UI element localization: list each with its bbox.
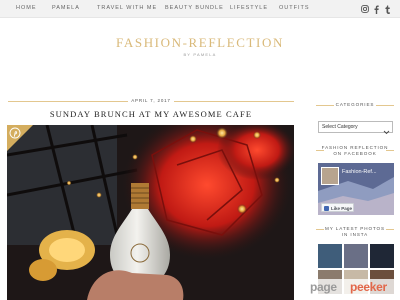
nav-item-travel-with-me[interactable]: TRAVEL WITH ME [97, 5, 157, 11]
watermark-text: page [310, 280, 337, 294]
category-select-value: Select Category [322, 124, 358, 130]
site-title[interactable]: FASHION-REFLECTION [0, 35, 400, 51]
nav-item-beauty-bundle[interactable]: BEAUTY BUNDLE [165, 5, 224, 11]
site-byline: BY PAMELA [183, 52, 217, 57]
tumblr-icon[interactable] [385, 3, 391, 15]
nav-item-home[interactable]: HOME [16, 5, 37, 11]
watermark-text-accent: peeker [350, 280, 387, 294]
post-title[interactable]: SUNDAY BRUNCH AT MY AWESOME CAFE [8, 109, 294, 119]
facebook-icon [324, 205, 329, 211]
top-navigation: HOME PAMELA TRAVEL WITH ME BEAUTY BUNDLE… [0, 0, 400, 18]
instagram-photo[interactable] [370, 244, 394, 268]
facebook-page-avatar [321, 167, 339, 185]
facebook-heading-line2: ON FACEBOOK [333, 151, 377, 156]
instagram-heading: MY LATEST PHOTOS IN INSTA [324, 226, 385, 237]
like-page-button[interactable]: Like Page [321, 203, 354, 212]
facebook-page-widget[interactable]: Fashion-Ref... Like Page [318, 163, 394, 215]
instagram-photo[interactable] [318, 244, 342, 268]
like-page-label: Like Page [331, 205, 353, 211]
facebook-icon[interactable] [374, 3, 379, 15]
categories-heading: CATEGORIES [335, 102, 375, 107]
sidebar-heading-rule [386, 229, 394, 230]
pinterest-icon[interactable] [9, 127, 21, 139]
post-featured-image[interactable] [7, 125, 294, 300]
pagepeeker-watermark: page peeker [308, 279, 398, 297]
chevron-down-icon [383, 123, 390, 135]
nav-item-pamela[interactable]: PAMELA [52, 5, 80, 11]
post-date: APRIL 7, 2017 [128, 98, 174, 103]
nav-item-outfits[interactable]: OUTFITS [279, 5, 310, 11]
sidebar-heading-rule [316, 229, 324, 230]
instagram-icon[interactable] [361, 3, 369, 15]
facebook-page-name[interactable]: Fashion-Ref... [342, 169, 377, 175]
category-select[interactable]: Select Category [318, 121, 393, 135]
instagram-photo[interactable] [344, 244, 368, 268]
nav-item-lifestyle[interactable]: LIFESTYLE [230, 5, 268, 11]
